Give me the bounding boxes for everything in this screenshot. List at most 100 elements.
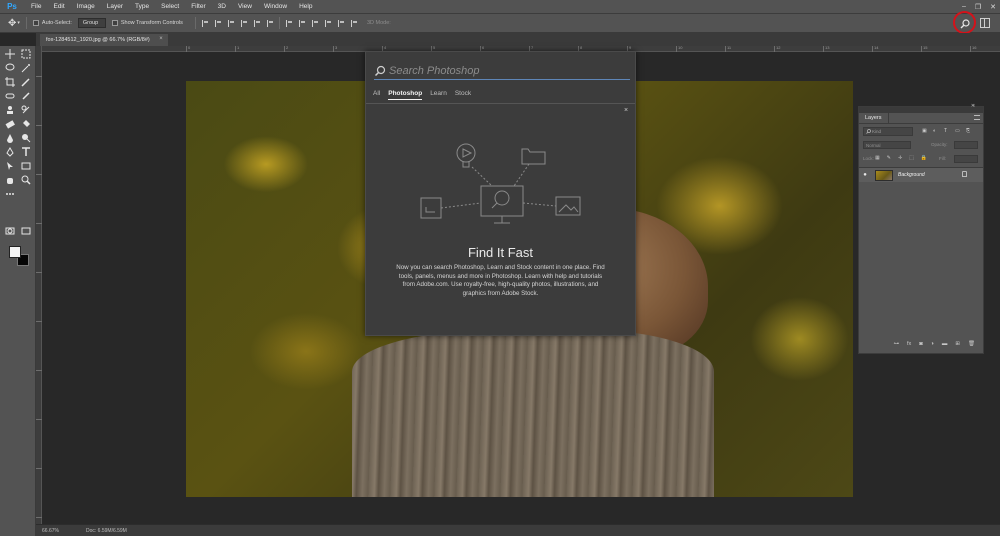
eye-icon[interactable]: ● [859, 172, 871, 178]
layer-filter-dropdown[interactable]: Kind [863, 127, 913, 136]
move-tool-icon[interactable] [4, 49, 16, 59]
menu-edit[interactable]: Edit [47, 3, 70, 10]
pen-tool-icon[interactable] [4, 147, 16, 157]
lasso-tool-icon[interactable] [4, 63, 16, 73]
pixel-filter-icon[interactable]: ▣ [922, 128, 927, 134]
search-field[interactable] [374, 62, 630, 80]
distribute-hcenter-icon[interactable] [337, 19, 344, 27]
menu-view[interactable]: View [232, 3, 258, 10]
add-mask-icon[interactable]: ◙ [919, 341, 922, 347]
brush-tool-icon[interactable] [20, 91, 32, 101]
menu-filter[interactable]: Filter [185, 3, 211, 10]
lock-position-icon[interactable]: ✛ [898, 155, 902, 161]
menu-layer[interactable]: Layer [101, 3, 129, 10]
transform-controls-checkbox[interactable] [111, 20, 118, 26]
zoom-tool-icon[interactable] [20, 175, 32, 185]
dodge-tool-icon[interactable] [20, 133, 32, 143]
auto-select-dropdown[interactable]: Group [77, 18, 106, 28]
delete-layer-icon[interactable]: 🗑 [968, 341, 975, 347]
distribute-bottom-icon[interactable] [311, 19, 318, 27]
screen-mode-icon[interactable] [20, 226, 32, 236]
tab-layers[interactable]: Layers [859, 113, 889, 123]
magic-wand-icon[interactable] [20, 63, 32, 73]
foreground-color-swatch[interactable] [9, 246, 21, 258]
close-button[interactable]: ✕ [990, 3, 996, 11]
smart-object-filter-icon[interactable]: ⎘ [966, 128, 970, 134]
lock-icon[interactable] [962, 171, 967, 177]
tool-preset-chevron-icon[interactable]: ▾ [17, 20, 20, 26]
healing-brush-icon[interactable] [4, 91, 16, 101]
menu-window[interactable]: Window [258, 3, 293, 10]
history-brush-icon[interactable] [20, 105, 32, 115]
quick-mask-icon[interactable] [4, 226, 16, 236]
layer-name[interactable]: Background [898, 172, 925, 178]
tab-photoshop[interactable]: Photoshop [388, 90, 423, 100]
menu-type[interactable]: Type [129, 3, 155, 10]
menu-select[interactable]: Select [155, 3, 185, 10]
menu-file[interactable]: File [25, 3, 47, 10]
fill-field[interactable] [954, 155, 978, 163]
panel-menu-icon[interactable] [974, 115, 980, 120]
blur-tool-icon[interactable] [4, 133, 16, 143]
restore-button[interactable]: ❐ [975, 3, 981, 11]
link-layers-icon[interactable]: ⊶ [893, 341, 899, 347]
distribute-top-icon[interactable] [285, 19, 292, 27]
opacity-field[interactable] [954, 141, 978, 149]
align-right-icon[interactable] [266, 19, 273, 27]
new-layer-icon[interactable]: ⊞ [955, 341, 960, 347]
path-selection-icon[interactable] [4, 161, 16, 171]
distribute-left-icon[interactable] [324, 19, 331, 27]
distribute-vcenter-icon[interactable] [298, 19, 305, 27]
search-dialog: All Photoshop Learn Stock × [365, 51, 636, 336]
search-input[interactable] [389, 64, 619, 77]
close-icon[interactable]: × [624, 107, 628, 114]
type-tool-icon[interactable] [20, 147, 32, 157]
hand-tool-icon[interactable] [4, 175, 16, 185]
align-vcenter-icon[interactable] [214, 19, 221, 27]
menu-help[interactable]: Help [293, 3, 318, 10]
menu-image[interactable]: Image [71, 3, 101, 10]
lock-transparent-icon[interactable]: ▦ [875, 155, 880, 161]
crop-tool-icon[interactable] [4, 77, 16, 87]
more-tools-icon[interactable] [4, 189, 16, 199]
eraser-tool-icon[interactable] [4, 119, 16, 129]
lock-artboard-icon[interactable]: ⬚ [909, 155, 914, 161]
distribute-right-icon[interactable] [350, 19, 357, 27]
type-filter-icon[interactable]: T [944, 128, 947, 134]
tab-stock[interactable]: Stock [455, 90, 471, 100]
rectangle-tool-icon[interactable] [20, 161, 32, 171]
transform-controls-option[interactable]: Show Transform Controls [111, 20, 183, 26]
workspace-icon[interactable] [980, 18, 990, 28]
tab-all[interactable]: All [373, 90, 380, 100]
layers-panel-footer: ⊶ fx ◙ ◑ ▬ ⊞ 🗑 [859, 337, 983, 351]
align-top-icon[interactable] [201, 19, 208, 27]
marquee-tool-icon[interactable] [20, 49, 32, 59]
document-size[interactable]: Doc: 6.59M/6.59M [86, 528, 127, 534]
document-tab[interactable]: fox-1284512_1920.jpg @ 66.7% (RGB/8#) × [40, 34, 168, 46]
layer-row-background[interactable]: ● Background [859, 168, 983, 182]
paint-bucket-icon[interactable] [20, 119, 32, 129]
lock-all-icon[interactable]: 🔒 [921, 155, 927, 161]
auto-select-checkbox[interactable] [32, 20, 39, 26]
auto-select-option[interactable]: Auto-Select: [32, 20, 72, 26]
close-icon[interactable]: × [159, 36, 163, 42]
shape-filter-icon[interactable]: ▭ [955, 128, 960, 134]
new-group-icon[interactable]: ▬ [942, 341, 948, 347]
adjustment-layer-icon[interactable]: ◑ [931, 341, 934, 347]
eyedropper-icon[interactable] [20, 77, 32, 87]
zoom-level[interactable]: 66.67% [42, 528, 82, 534]
layer-style-icon[interactable]: fx [907, 341, 911, 347]
tab-learn[interactable]: Learn [430, 90, 447, 100]
clone-stamp-icon[interactable] [4, 105, 16, 115]
adjustment-filter-icon[interactable]: ◐ [933, 128, 936, 134]
lock-image-icon[interactable]: ✎ [887, 155, 891, 161]
distribute-buttons [285, 19, 357, 27]
move-icon[interactable]: ✥ [8, 18, 16, 29]
blend-mode-dropdown[interactable]: Normal [863, 141, 911, 149]
menu-3d[interactable]: 3D [212, 3, 232, 10]
align-left-icon[interactable] [240, 19, 247, 27]
align-hcenter-icon[interactable] [253, 19, 260, 27]
align-bottom-icon[interactable] [227, 19, 234, 27]
minimize-button[interactable]: – [962, 3, 966, 10]
ruler-number: 1 [237, 45, 240, 50]
